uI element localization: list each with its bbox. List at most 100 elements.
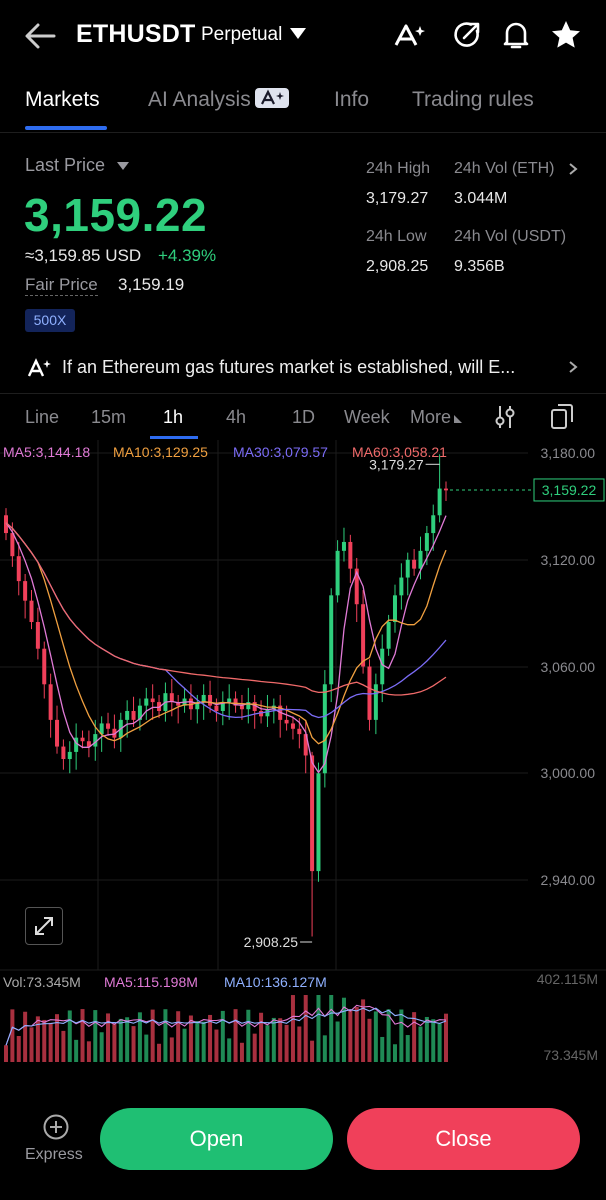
symbol-title[interactable]: ETHUSDT (76, 20, 195, 49)
volume-bar (405, 1035, 410, 1062)
back-arrow-icon[interactable] (22, 18, 58, 54)
interval-1h[interactable]: 1h (163, 407, 183, 428)
volume-bar (354, 1006, 359, 1062)
volume-bar (48, 1022, 53, 1062)
candle-body (35, 622, 40, 649)
interval-active-indicator (150, 436, 198, 439)
volume-bar (265, 1025, 270, 1062)
interval-line[interactable]: Line (25, 407, 59, 428)
volume-bar (99, 1032, 104, 1062)
tab-ai-analysis[interactable]: AI Analysis (148, 88, 289, 112)
candle-body (106, 723, 111, 729)
low-marker: 2,908.25 (244, 934, 299, 950)
volume-bar (271, 1017, 276, 1062)
volume-bar (322, 1035, 327, 1062)
contract-type[interactable]: Perpetual (201, 24, 282, 46)
volume-bar (23, 1011, 28, 1062)
bell-icon[interactable] (499, 18, 533, 52)
tab-ai-analysis-label: AI Analysis (148, 88, 251, 111)
volume-bar (329, 995, 334, 1062)
vol-eth-label[interactable]: 24h Vol (ETH) (454, 160, 554, 178)
volume-bar (201, 1021, 206, 1062)
candle-body (329, 595, 334, 685)
volume-bar (93, 1010, 98, 1062)
volume-bar (150, 1009, 155, 1062)
volume-bar (252, 1033, 257, 1062)
candle-body (150, 698, 155, 703)
volume-bar (125, 1017, 130, 1062)
candle-body (405, 559, 410, 578)
y-tick-label: 3,180.00 (541, 445, 596, 461)
y-tick-label: 3,000.00 (541, 765, 596, 781)
candle-body (412, 559, 417, 569)
volume-bar (80, 1009, 85, 1062)
star-icon[interactable] (549, 18, 583, 52)
candle-body (418, 550, 423, 569)
tab-info[interactable]: Info (334, 88, 369, 112)
chevron-right-icon (569, 361, 578, 373)
indicator-settings-icon[interactable] (493, 404, 517, 430)
interval-4h[interactable]: 4h (226, 407, 246, 428)
candle-body (214, 705, 219, 711)
last-price: 3,159.22 (24, 189, 208, 241)
ai-icon (27, 358, 51, 377)
express-label[interactable]: Express (25, 1146, 83, 1164)
low-label: 24h Low (366, 228, 427, 245)
candle-body (392, 595, 397, 623)
candle-body (310, 755, 315, 872)
volume-bar (290, 995, 295, 1062)
volume-bar (61, 1030, 66, 1062)
express-plus-icon[interactable] (42, 1113, 70, 1141)
candle-body (399, 577, 404, 596)
candle-body (284, 719, 289, 724)
volume-bar (399, 1009, 404, 1062)
expand-icon (35, 917, 53, 935)
last-price-label[interactable]: Last Price (25, 155, 105, 176)
chart-layout-icon[interactable] (549, 402, 575, 430)
candle-body (80, 737, 85, 742)
candle-body (373, 684, 378, 720)
tab-active-indicator (25, 126, 107, 130)
candle-body (61, 746, 66, 760)
volume-bar (163, 1009, 168, 1062)
last-price-dropdown-icon[interactable] (117, 162, 129, 170)
interval-15m[interactable]: 15m (91, 407, 126, 428)
tab-markets[interactable]: Markets (25, 88, 100, 112)
volume-bar (16, 1036, 21, 1062)
close-button[interactable]: Close (347, 1108, 580, 1170)
volume-bar (348, 1009, 353, 1062)
interval-week[interactable]: Week (344, 407, 390, 428)
volume-bar (310, 1040, 315, 1062)
open-button[interactable]: Open (100, 1108, 333, 1170)
y-tick-label: 3,120.00 (541, 552, 596, 568)
interval-1d[interactable]: 1D (292, 407, 315, 428)
candle-body (265, 709, 270, 717)
interval-more[interactable]: More (410, 407, 463, 428)
ai-icon[interactable] (393, 18, 427, 52)
vol-eth-value: 3.044M (454, 190, 508, 207)
volume-bar (176, 1011, 181, 1062)
vol-usdt-label: 24h Vol (USDT) (454, 228, 567, 245)
volume-bar (144, 1034, 149, 1062)
ma30-line (5, 522, 447, 719)
usd-value: ≈3,159.85 USD (25, 246, 142, 265)
volume-bar (182, 1028, 187, 1062)
low-value: 2,908.25 (366, 258, 429, 275)
fair-price-value: 3,159.19 (118, 275, 185, 294)
candle-body (348, 541, 353, 569)
fullscreen-button[interactable] (25, 907, 63, 945)
candle-body (290, 723, 295, 729)
tab-trading-rules[interactable]: Trading rules (412, 88, 534, 112)
volume-bar (418, 1026, 423, 1062)
current-price-tag: 3,159.22 (542, 482, 597, 498)
fair-price-label[interactable]: Fair Price (25, 275, 98, 296)
interval-more-label: More (410, 407, 452, 427)
share-icon[interactable] (450, 18, 484, 52)
volume-bar (10, 1009, 15, 1062)
volume-bar (316, 995, 321, 1062)
symbol-dropdown-icon[interactable] (290, 28, 306, 39)
news-banner[interactable]: If an Ethereum gas futures market is est… (0, 345, 606, 389)
volume-bar (367, 1018, 372, 1062)
volume-bar (278, 1018, 283, 1062)
chevron-right-icon[interactable] (566, 162, 580, 176)
